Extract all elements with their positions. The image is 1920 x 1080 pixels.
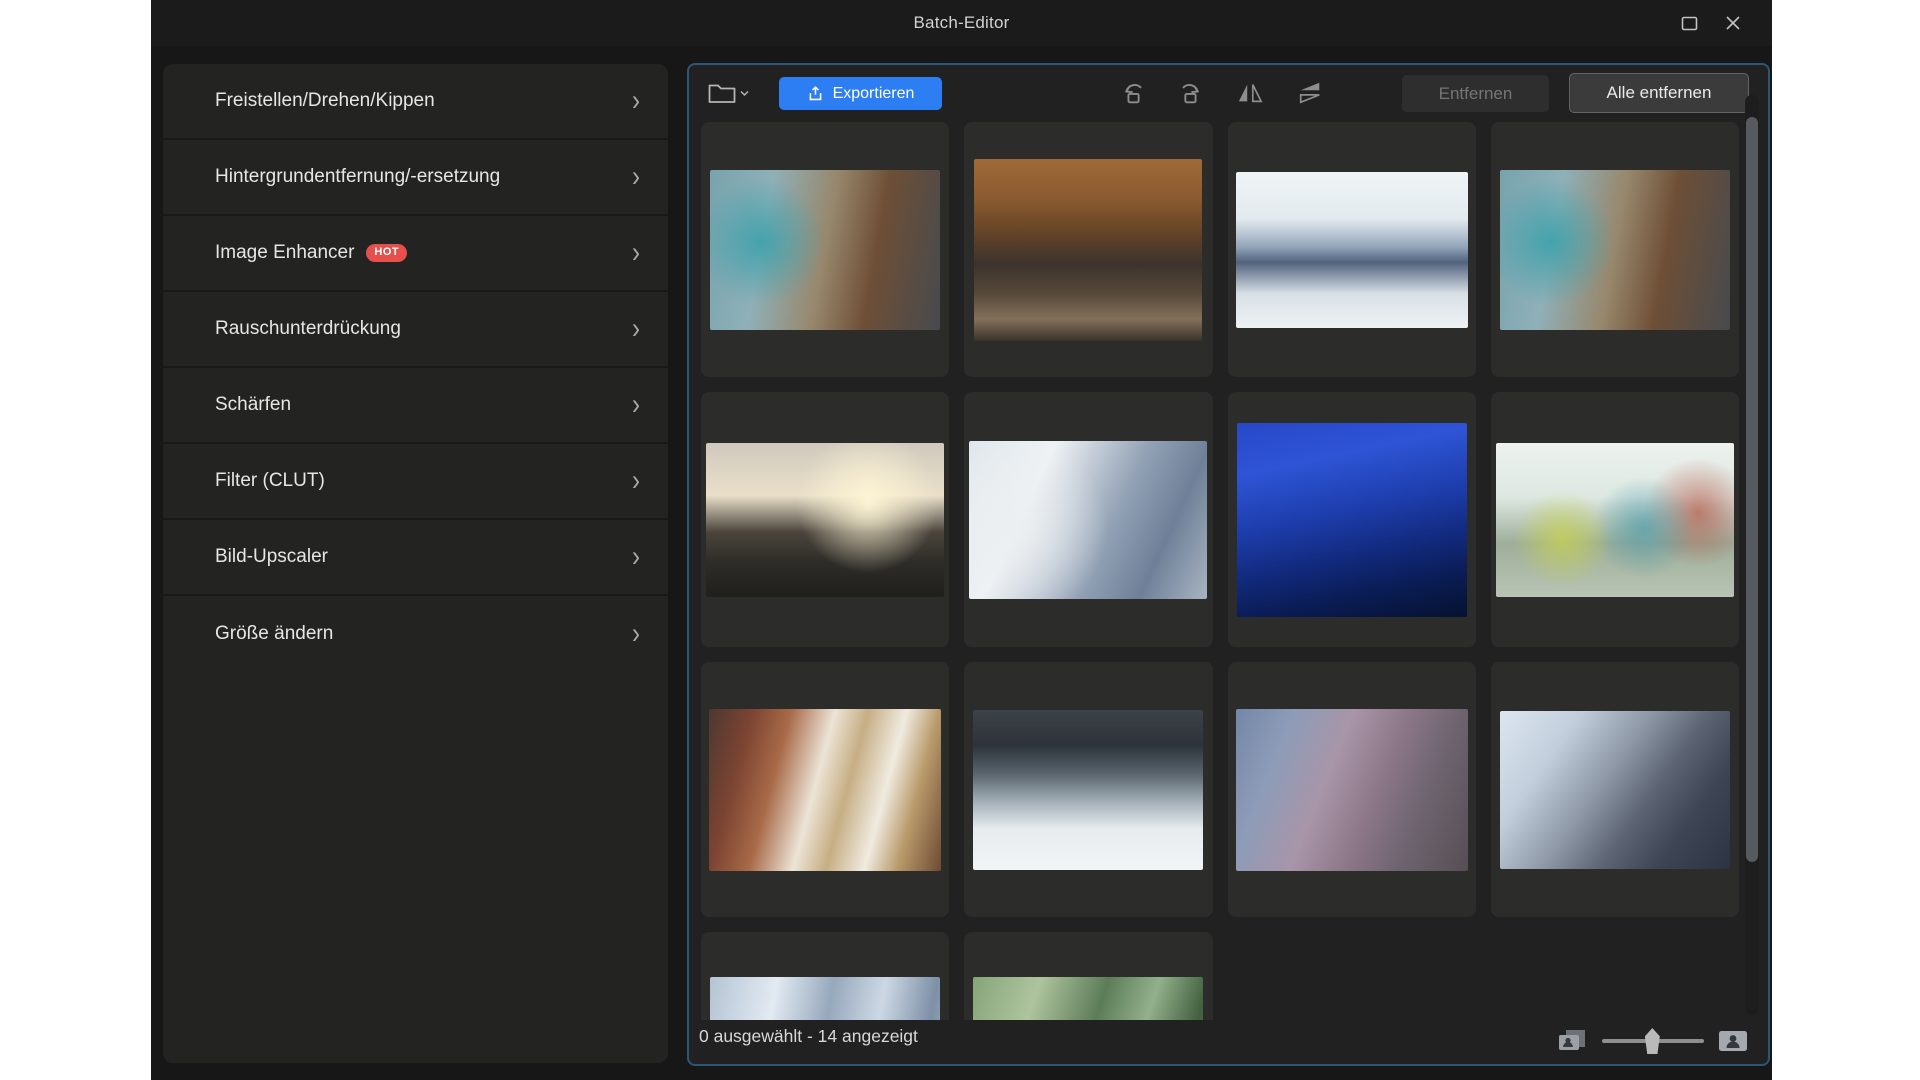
hot-badge: HOT <box>366 244 407 262</box>
sidebar-item-2[interactable]: Hintergrundentfernung/-ersetzung › <box>163 140 668 216</box>
small-thumbnails-button[interactable] <box>1556 1028 1588 1054</box>
thumbnail-card-12[interactable] <box>1491 662 1739 917</box>
small-thumbnails-icon <box>1556 1028 1588 1054</box>
thumbnail-card-11[interactable] <box>1228 662 1476 917</box>
status-bar: 0 ausgewählt - 14 angezeigt <box>689 1018 1768 1064</box>
sidebar-item-label: Rauschunterdrückung <box>215 318 401 340</box>
thumbnail-card-7[interactable] <box>1228 392 1476 647</box>
thumbnail-card-10[interactable] <box>964 662 1212 917</box>
maximize-icon <box>1681 16 1698 31</box>
thumbnail-photo-green-office-people <box>973 977 1203 1021</box>
sidebar-item-label: Bild-Upscaler <box>215 546 328 568</box>
thumbnail-card-9[interactable] <box>701 662 949 917</box>
thumbnail-photo-conference-speaker-teal-2 <box>1500 170 1730 330</box>
sidebar-item-label: Freistellen/Drehen/Kippen <box>215 90 435 112</box>
maximize-button[interactable] <box>1674 9 1704 37</box>
zoom-controls <box>1556 1026 1748 1056</box>
thumbnail-photo-silhouettes-sunset-window <box>706 443 944 597</box>
chevron-down-icon <box>740 90 749 97</box>
chevron-right-icon: › <box>632 238 640 268</box>
thumbnail-photo-blurred-crowd-hall <box>710 977 940 1021</box>
slider-thumb[interactable] <box>1645 1028 1660 1054</box>
large-thumbnails-button[interactable] <box>1718 1029 1748 1053</box>
sidebar-item-6[interactable]: Filter (CLUT) › <box>163 444 668 520</box>
app-window: Batch-Editor Freistellen/Drehen/Kippen ›… <box>151 0 1772 1080</box>
chevron-right-icon: › <box>632 86 640 116</box>
chevron-right-icon: › <box>632 619 640 649</box>
thumbnail-card-2[interactable] <box>964 122 1212 377</box>
flip-vertical-button[interactable] <box>1295 79 1325 107</box>
rotate-left-icon <box>1121 80 1147 106</box>
sidebar-item-label: Schärfen <box>215 394 291 416</box>
thumbnail-card-6[interactable] <box>964 392 1212 647</box>
remove-button[interactable]: Entfernen <box>1402 75 1549 112</box>
export-button[interactable]: Exportieren <box>779 77 942 110</box>
flip-horizontal-icon <box>1237 80 1263 106</box>
close-button[interactable] <box>1718 9 1748 37</box>
rotate-right-icon <box>1177 80 1203 106</box>
sidebar-item-label: Hintergrundentfernung/-ersetzung <box>215 166 500 188</box>
sidebar-item-1[interactable]: Freistellen/Drehen/Kippen › <box>163 64 668 140</box>
folder-open-icon <box>707 81 737 105</box>
selection-status-text: 0 ausgewählt - 14 angezeigt <box>699 1026 918 1047</box>
chevron-right-icon: › <box>632 162 640 192</box>
large-thumbnails-icon <box>1718 1029 1748 1053</box>
flip-horizontal-button[interactable] <box>1235 79 1265 107</box>
chevron-right-icon: › <box>632 466 640 496</box>
main-panel: Exportieren <box>687 63 1770 1066</box>
thumbnail-card-8[interactable] <box>1491 392 1739 647</box>
sidebar-item-3[interactable]: Image Enhancer HOT › <box>163 216 668 292</box>
thumbnail-card-3[interactable] <box>1228 122 1476 377</box>
thumbnail-photo-colorful-seated-audience <box>1496 443 1734 597</box>
rotate-left-button[interactable] <box>1119 79 1149 107</box>
flip-vertical-icon <box>1297 80 1323 106</box>
thumbnail-photo-business-pair-table <box>973 710 1203 870</box>
export-button-label: Exportieren <box>833 85 915 103</box>
thumbnail-grid-viewport <box>701 122 1739 1020</box>
chevron-right-icon: › <box>632 314 640 344</box>
sidebar-item-7[interactable]: Bild-Upscaler › <box>163 520 668 596</box>
thumbnail-photo-blue-stage-presenter <box>1237 423 1467 617</box>
thumbnail-photo-wood-hall-audience <box>974 159 1202 341</box>
thumbnail-card-5[interactable] <box>701 392 949 647</box>
sidebar-item-4[interactable]: Rauschunterdrückung › <box>163 292 668 368</box>
sidebar-menu: Freistellen/Drehen/Kippen › Hintergrunde… <box>163 64 668 1063</box>
thumbnail-card-14[interactable] <box>964 932 1212 1020</box>
sidebar-item-8[interactable]: Größe ändern › <box>163 596 668 672</box>
chevron-right-icon: › <box>632 542 640 572</box>
thumbnail-photo-speaker-audience-bright <box>969 441 1207 599</box>
sidebar-item-label: Filter (CLUT) <box>215 470 325 492</box>
window-title: Batch-Editor <box>151 0 1772 46</box>
scrollbar-thumb[interactable] <box>1746 117 1758 862</box>
thumbnail-card-4[interactable] <box>1491 122 1739 377</box>
sidebar-item-5[interactable]: Schärfen › <box>163 368 668 444</box>
sidebar-item-label: Image Enhancer <box>215 242 354 264</box>
rotate-right-button[interactable] <box>1175 79 1205 107</box>
thumbnail-photo-businessmen-meeting-window <box>1500 711 1730 869</box>
chevron-right-icon: › <box>632 390 640 420</box>
thumbnail-photo-conference-speaker-teal <box>710 170 940 330</box>
toolbar: Exportieren <box>689 65 1768 121</box>
thumbnail-card-13[interactable] <box>701 932 949 1020</box>
remove-all-button[interactable]: Alle entfernen <box>1569 73 1749 113</box>
thumbnail-photo-office-team-celebration <box>1236 709 1468 871</box>
open-folder-button[interactable] <box>707 77 755 109</box>
title-bar[interactable]: Batch-Editor <box>151 0 1772 46</box>
thumbnail-zoom-slider[interactable] <box>1602 1028 1704 1054</box>
grid-scrollbar[interactable] <box>1745 95 1759 1015</box>
export-upload-icon <box>807 85 824 102</box>
thumbnail-grid <box>701 122 1739 1020</box>
thumbnail-photo-office-meeting-window <box>1236 172 1468 328</box>
thumbnail-card-1[interactable] <box>701 122 949 377</box>
sidebar-item-label: Größe ändern <box>215 623 333 645</box>
close-icon <box>1725 15 1741 31</box>
thumbnail-photo-international-delegates <box>709 709 941 871</box>
